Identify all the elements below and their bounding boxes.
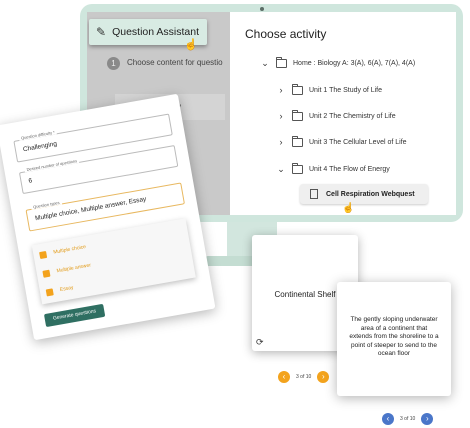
types-label: Question types <box>30 199 62 210</box>
tree-item-label: Unit 4 The Flow of Energy <box>309 165 390 173</box>
generate-questions-button[interactable]: Generate questions <box>43 303 106 328</box>
flashcard-pager-blue: ‹ 3 of 10 › <box>382 413 434 425</box>
tree-item-home[interactable]: ⌄ Home : Biology A: 3(A), 6(A), 7(A), 4(… <box>260 56 415 70</box>
tree-item-unit-2[interactable]: › Unit 2 The Chemistry of Life <box>276 109 396 123</box>
checkbox-checked-icon <box>39 250 48 259</box>
tree-item-unit-1[interactable]: › Unit 1 The Study of Life <box>276 83 382 97</box>
hand-cursor-icon: ☝ <box>342 203 355 214</box>
difficulty-label: Question difficulty * <box>18 129 58 141</box>
folder-icon <box>276 56 287 68</box>
tree-item-label: Home : Biology A: 3(A), 6(A), 7(A), 4(A) <box>293 59 416 67</box>
document-icon <box>310 189 318 199</box>
checkbox-checked-icon <box>42 269 51 278</box>
chevron-down-icon: ⌄ <box>277 163 285 174</box>
checkbox-checked-icon <box>45 287 54 296</box>
step-number: 1 <box>107 57 120 70</box>
next-arrow-icon[interactable]: › <box>421 413 434 425</box>
pager-text: 3 of 10 <box>400 416 416 422</box>
tree-item-label: Unit 1 The Study of Life <box>309 86 383 94</box>
folder-icon <box>292 135 303 147</box>
option-label: Multiple answer <box>56 262 92 275</box>
folder-icon <box>292 109 303 121</box>
option-label: Essay <box>59 284 74 294</box>
question-types-dropdown: Multiple choice Multiple answer Essay <box>31 218 196 305</box>
magic-wand-icon: ✎ <box>96 25 107 39</box>
chevron-down-icon: ⌄ <box>261 57 269 68</box>
step-text: Choose content for questio <box>127 58 223 67</box>
camera-dot <box>260 7 264 11</box>
option-multiple-choice[interactable]: Multiple choice <box>39 241 87 261</box>
tree-item-unit-4[interactable]: ⌄ Unit 4 The Flow of Energy <box>276 162 390 176</box>
prev-arrow-icon[interactable]: ‹ <box>278 371 290 383</box>
difficulty-value: Challenging <box>22 140 58 154</box>
activity-cell-respiration-webquest[interactable]: Cell Respiration Webquest <box>300 184 428 204</box>
chevron-right-icon: › <box>279 111 283 121</box>
tree-item-label: Unit 2 The Chemistry of Life <box>309 112 396 120</box>
next-arrow-icon[interactable]: › <box>317 371 330 383</box>
types-value: Multiple choice, Multiple answer, Essay <box>34 195 147 223</box>
tree-item-label: Unit 3 The Cellular Level of Life <box>309 138 407 146</box>
option-essay[interactable]: Essay <box>45 282 74 299</box>
chevron-right-icon: › <box>279 137 283 147</box>
folder-icon <box>292 162 303 174</box>
flip-icon[interactable]: ⟳ <box>256 337 264 348</box>
flashcard-definition: The gently sloping underwater area of a … <box>349 316 439 357</box>
folder-icon <box>292 83 303 95</box>
flashcard-back[interactable]: The gently sloping underwater area of a … <box>337 282 451 396</box>
option-label: Multiple choice <box>52 243 87 256</box>
panel-title: Choose activity <box>245 27 327 41</box>
count-label: Desired number of questions <box>24 157 80 173</box>
question-assistant-label: Question Assistant <box>112 26 200 38</box>
question-settings-form: Question difficulty * Challenging Desire… <box>0 93 216 341</box>
activity-label: Cell Respiration Webquest <box>326 190 415 198</box>
flashcard-pager-orange: ‹ 3 of 10 › <box>278 371 330 383</box>
prev-arrow-icon[interactable]: ‹ <box>382 413 394 425</box>
count-value: 6 <box>28 177 33 185</box>
hand-cursor-icon: ☝ <box>184 39 198 51</box>
choose-activity-panel: Choose activity ⌄ Home : Biology A: 3(A)… <box>230 12 456 215</box>
tree-item-unit-3[interactable]: › Unit 3 The Cellular Level of Life <box>276 135 407 149</box>
chevron-right-icon: › <box>279 85 283 95</box>
option-multiple-answer[interactable]: Multiple answer <box>42 259 92 279</box>
pager-text: 3 of 10 <box>296 374 312 380</box>
